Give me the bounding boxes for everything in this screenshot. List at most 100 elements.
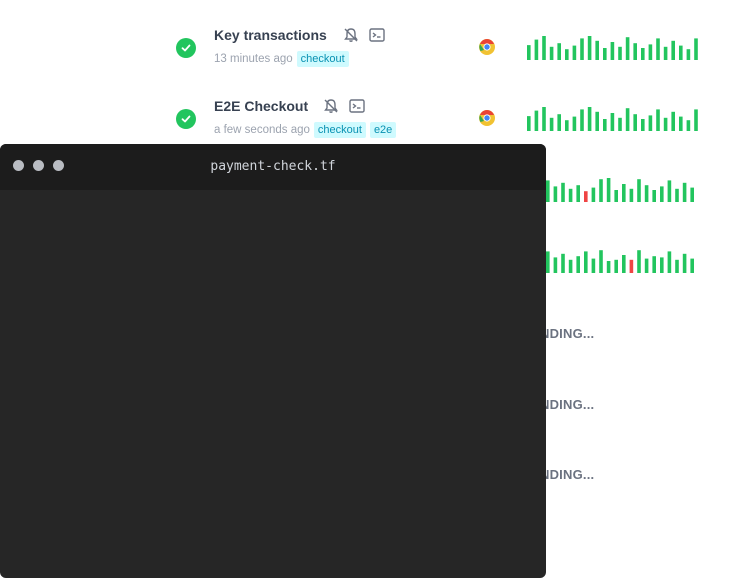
run-bar-passed[interactable] <box>622 255 626 273</box>
tag-checkout[interactable]: checkout <box>296 51 349 67</box>
run-bar-passed[interactable] <box>606 178 611 202</box>
run-bar-passed[interactable] <box>679 116 683 131</box>
run-bar-passed[interactable] <box>561 253 565 273</box>
run-bar-passed[interactable] <box>572 116 577 131</box>
run-bar-passed[interactable] <box>652 190 656 202</box>
run-bar-passed[interactable] <box>553 257 558 273</box>
run-bar-passed[interactable] <box>648 44 653 60</box>
run-bar-passed[interactable] <box>595 40 599 60</box>
run-bar-passed[interactable] <box>660 257 664 273</box>
terminal-icon[interactable] <box>368 26 386 49</box>
bell-muted-icon[interactable] <box>322 97 340 120</box>
run-bar-passed[interactable] <box>648 115 653 131</box>
run-bar-passed[interactable] <box>610 42 615 60</box>
run-bar-passed[interactable] <box>679 45 683 60</box>
run-bar-passed[interactable] <box>546 251 550 273</box>
run-bar-passed[interactable] <box>675 259 679 273</box>
run-bar-passed[interactable] <box>618 117 622 131</box>
run-bar-passed[interactable] <box>682 182 687 202</box>
run-bar-passed[interactable] <box>641 119 645 131</box>
check-title[interactable]: Key transactions <box>214 27 327 43</box>
run-bar-passed[interactable] <box>599 179 603 202</box>
bell-muted-icon[interactable] <box>342 26 360 49</box>
run-bar-passed[interactable] <box>652 256 656 273</box>
run-bar-passed[interactable] <box>580 38 584 60</box>
run-bar-passed[interactable] <box>656 38 660 60</box>
run-bar-passed[interactable] <box>686 120 691 131</box>
run-bar-failed[interactable] <box>629 259 634 273</box>
run-bar-passed[interactable] <box>591 187 596 202</box>
run-bar-passed[interactable] <box>549 46 554 60</box>
run-bar-passed[interactable] <box>603 48 607 60</box>
run-bar-passed[interactable] <box>625 37 630 60</box>
run-bar-passed[interactable] <box>637 250 641 273</box>
run-bar-passed[interactable] <box>667 180 672 202</box>
run-bar-passed[interactable] <box>675 188 679 202</box>
run-bar-passed[interactable] <box>663 117 668 131</box>
run-bar-passed[interactable] <box>656 109 660 131</box>
run-bar-passed[interactable] <box>527 45 531 60</box>
run-bar-passed[interactable] <box>580 109 584 131</box>
run-bar-failed[interactable] <box>584 191 588 202</box>
run-bar-passed[interactable] <box>584 251 588 273</box>
window-minimize-button[interactable] <box>33 160 44 171</box>
run-bar-passed[interactable] <box>644 258 649 273</box>
run-bar-passed[interactable] <box>603 119 607 131</box>
run-bar-passed[interactable] <box>576 185 580 202</box>
run-bar-passed[interactable] <box>614 259 618 273</box>
run-bar-passed[interactable] <box>637 179 641 202</box>
run-bar-passed[interactable] <box>549 117 554 131</box>
run-bar-passed[interactable] <box>641 48 645 60</box>
run-bar-passed[interactable] <box>606 261 611 273</box>
run-bar-passed[interactable] <box>542 36 546 60</box>
run-bar-passed[interactable] <box>599 250 603 273</box>
run-bar-passed[interactable] <box>568 188 573 202</box>
terminal-titlebar[interactable]: payment-check.tf <box>0 144 546 190</box>
run-bar-passed[interactable] <box>686 49 691 60</box>
run-bar-passed[interactable] <box>576 256 580 273</box>
run-bar-passed[interactable] <box>671 111 675 131</box>
run-bar-passed[interactable] <box>561 182 565 202</box>
run-bar-passed[interactable] <box>565 49 569 60</box>
run-bar-passed[interactable] <box>595 111 599 131</box>
run-bar-passed[interactable] <box>534 110 539 131</box>
run-bar-passed[interactable] <box>610 113 615 131</box>
run-bar-passed[interactable] <box>557 43 561 60</box>
run-bar-passed[interactable] <box>629 188 634 202</box>
tag-e2e[interactable]: e2e <box>369 122 397 138</box>
tag-checkout[interactable]: checkout <box>313 122 366 138</box>
run-bar-passed[interactable] <box>690 258 694 273</box>
run-bar-passed[interactable] <box>587 107 592 131</box>
run-bar-passed[interactable] <box>542 107 546 131</box>
run-bar-passed[interactable] <box>534 39 539 60</box>
run-bar-passed[interactable] <box>527 116 531 131</box>
run-bar-passed[interactable] <box>565 120 569 131</box>
run-bar-passed[interactable] <box>633 43 637 60</box>
terminal-window[interactable]: payment-check.tf <box>0 144 546 578</box>
run-bar-passed[interactable] <box>553 186 558 202</box>
run-bar-passed[interactable] <box>625 108 630 131</box>
check-title[interactable]: E2E Checkout <box>214 98 308 114</box>
run-bar-passed[interactable] <box>633 114 637 131</box>
run-bar-passed[interactable] <box>572 45 577 60</box>
run-bar-passed[interactable] <box>587 36 592 60</box>
run-bar-passed[interactable] <box>546 180 550 202</box>
run-bar-passed[interactable] <box>694 109 698 131</box>
run-bar-passed[interactable] <box>671 40 675 60</box>
run-bar-passed[interactable] <box>690 187 694 202</box>
run-bar-passed[interactable] <box>618 46 622 60</box>
run-bar-passed[interactable] <box>557 114 561 131</box>
run-bar-passed[interactable] <box>682 253 687 273</box>
run-bar-passed[interactable] <box>663 46 668 60</box>
run-bar-passed[interactable] <box>622 184 626 202</box>
window-close-button[interactable] <box>13 160 24 171</box>
run-bar-passed[interactable] <box>667 251 672 273</box>
run-bar-passed[interactable] <box>694 38 698 60</box>
run-bar-passed[interactable] <box>644 185 649 202</box>
run-bar-passed[interactable] <box>614 190 618 202</box>
run-bar-passed[interactable] <box>568 259 573 273</box>
run-bar-passed[interactable] <box>591 258 596 273</box>
terminal-icon[interactable] <box>348 97 366 120</box>
window-zoom-button[interactable] <box>53 160 64 171</box>
run-bar-passed[interactable] <box>660 186 664 202</box>
